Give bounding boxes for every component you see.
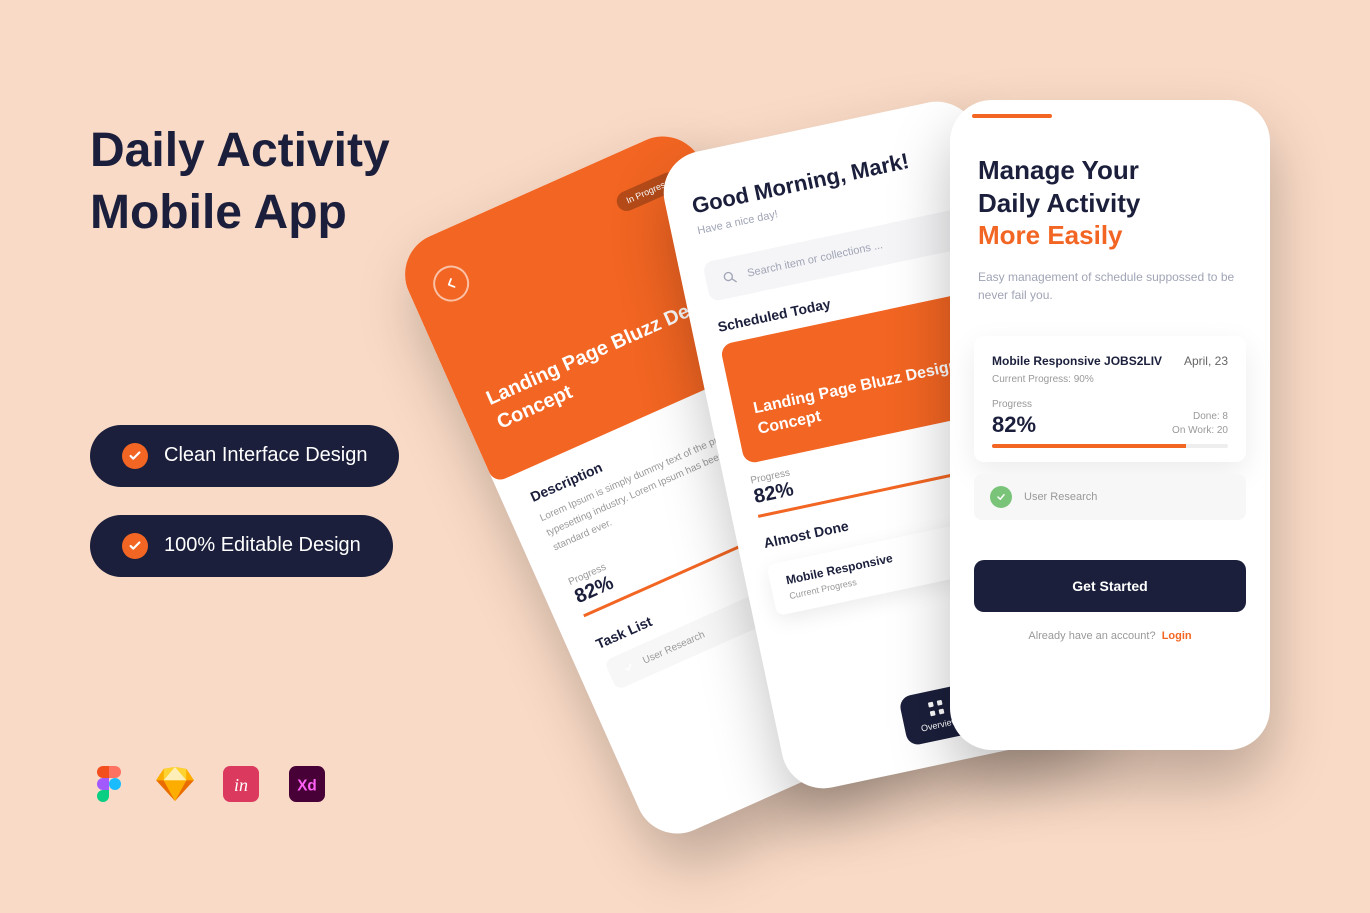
svg-text:Xd: Xd (297, 777, 317, 794)
check-circle-icon (621, 660, 637, 676)
task-label: User Research (1024, 491, 1097, 503)
card-title: Mobile Responsive JOBS2LIV (992, 354, 1162, 368)
hero-line-1: Manage Your (978, 155, 1139, 185)
preview-card: Mobile Responsive JOBS2LIV April, 23 Cur… (974, 336, 1246, 462)
hero: Manage Your Daily Activity More Easily E… (950, 118, 1270, 316)
get-started-button[interactable]: Get Started (974, 560, 1246, 612)
card-header: Mobile Responsive JOBS2LIV April, 23 (992, 354, 1228, 368)
back-button[interactable] (427, 260, 475, 308)
app-screen-onboarding: Manage Your Daily Activity More Easily E… (950, 100, 1270, 750)
feature-pill-2: 100% Editable Design (90, 515, 393, 577)
card-current-progress: Current Progress: 90% (992, 374, 1228, 385)
tool-icons-row: in Xd (90, 765, 326, 803)
svg-text:in: in (234, 775, 248, 795)
sketch-icon (156, 765, 194, 803)
card-title: Landing Page Bluzz Design Concept (752, 357, 960, 437)
done-count: Done: 8 (1172, 410, 1228, 424)
hero-line-2: Daily Activity (978, 188, 1140, 218)
onwork-count: On Work: 20 (1172, 424, 1228, 438)
card-date: April, 23 (1184, 354, 1228, 368)
adobe-xd-icon: Xd (288, 765, 326, 803)
grid-icon (926, 699, 945, 718)
check-icon (122, 443, 148, 469)
footer-text: Already have an account? (1028, 630, 1155, 642)
progress-label: Progress (992, 399, 1036, 410)
feature-label: 100% Editable Design (164, 534, 361, 557)
check-circle-icon (990, 486, 1012, 508)
invision-icon: in (222, 765, 260, 803)
hero-subtitle: Easy management of schedule suppossed to… (978, 268, 1242, 304)
progress-row: Progress 82% Done: 8 On Work: 20 (992, 399, 1228, 438)
login-link[interactable]: Login (1162, 630, 1192, 642)
feature-pill-1: Clean Interface Design (90, 425, 399, 487)
task-label: User Research (641, 629, 706, 666)
progress-bar (992, 444, 1228, 448)
progress-value: 82% (992, 412, 1036, 438)
figma-icon (90, 765, 128, 803)
title-line-1: Daily Activity (90, 120, 590, 182)
cta-label: Get Started (1072, 578, 1147, 594)
login-footer: Already have an account? Login (950, 630, 1270, 642)
task-row[interactable]: User Research (974, 474, 1246, 520)
progress-stats: Done: 8 On Work: 20 (1172, 410, 1228, 438)
hero-title: Manage Your Daily Activity More Easily (978, 154, 1242, 252)
hero-line-3: More Easily (978, 220, 1123, 250)
feature-label: Clean Interface Design (164, 444, 367, 467)
check-icon (122, 533, 148, 559)
search-icon (720, 268, 739, 287)
